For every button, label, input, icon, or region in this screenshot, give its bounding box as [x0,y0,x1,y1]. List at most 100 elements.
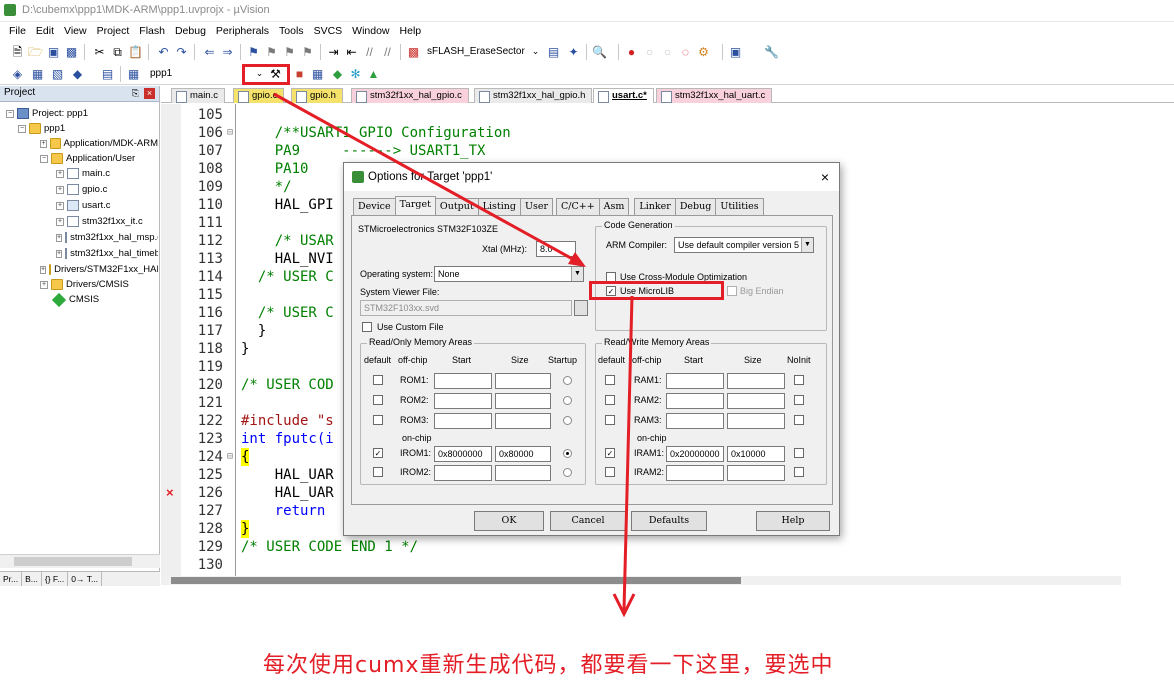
rom-start-input[interactable] [434,465,492,481]
select-packs-icon[interactable]: ▦ [310,66,325,81]
menu-file[interactable]: File [4,22,31,37]
tree-item[interactable]: CMSIS [51,292,99,307]
tab-usart-c[interactable]: usart.c* [593,88,654,103]
find-in-files-icon[interactable]: ▤ [546,44,561,59]
unindent-icon[interactable]: ⇤ [344,44,359,59]
save-all-icon[interactable]: ▩ [64,44,79,59]
tab-main-c[interactable]: main.c [171,88,225,103]
menu-svcs[interactable]: SVCS [309,22,348,37]
rom-start-input[interactable] [434,373,492,389]
xtal-input[interactable]: 8.0 [536,241,576,257]
code-line[interactable]: { [241,448,250,466]
close-icon[interactable]: × [821,169,829,185]
tree-item[interactable]: − Project: ppp1 [6,106,88,121]
arm-compiler-select[interactable]: Use default compiler version 5 ▼ [674,237,814,253]
clear-bookmarks-icon[interactable]: ⚑ [300,44,315,59]
cut-icon[interactable]: ✂ [92,44,107,59]
tab-listing[interactable]: Listing [477,198,521,215]
tab-books[interactable]: B... [22,572,42,586]
rom-default-checkbox[interactable]: ✓ [373,448,383,458]
expand-icon[interactable]: + [40,265,47,274]
code-line[interactable]: } [241,340,249,358]
rom-start-input[interactable] [434,393,492,409]
ram-start-input[interactable] [666,465,724,481]
menu-window[interactable]: Window [347,22,394,37]
comment-icon[interactable]: // [362,44,377,59]
rom-default-checkbox[interactable] [373,395,383,405]
tree-item[interactable]: + gpio.c [56,182,107,197]
expand-icon[interactable]: + [56,217,64,226]
project-hscrollbar[interactable] [0,554,160,568]
tab-hal-gpio-h[interactable]: stm32f1xx_hal_gpio.h [474,88,593,103]
redo-icon[interactable]: ↷ [174,44,189,59]
tree-item[interactable]: − ppp1 [18,121,65,136]
rom-size-input[interactable] [495,413,551,429]
rom-size-input[interactable] [495,393,551,409]
code-line[interactable]: */ [241,178,292,196]
tab-c-cpp[interactable]: C/C++ [556,198,600,215]
tab-utilities[interactable]: Utilities [715,198,764,215]
configure-icon[interactable]: 🔧 [764,44,779,59]
tree-item[interactable]: + stm32f1xx_hal_msp.c [56,230,158,245]
nav-forward-icon[interactable]: ⇒ [220,44,235,59]
ram-default-checkbox[interactable]: ✓ [605,448,615,458]
tab-hal-uart-c[interactable]: stm32f1xx_hal_uart.c [656,88,773,103]
scroll-thumb[interactable] [14,557,132,566]
ram-start-input[interactable] [666,393,724,409]
next-bookmark-icon[interactable]: ⚑ [282,44,297,59]
expand-icon[interactable]: + [56,249,63,258]
ram-size-input[interactable] [727,465,785,481]
tab-project[interactable]: Pr... [0,572,23,586]
ram-noinit-checkbox[interactable] [794,448,804,458]
ram-default-checkbox[interactable] [605,415,615,425]
disable-breakpoint-icon[interactable]: ○ [642,44,657,59]
expand-icon[interactable]: + [56,169,64,178]
tab-templates[interactable]: 0→ T... [68,572,103,586]
defaults-button[interactable]: Defaults [631,511,707,531]
rom-size-input[interactable] [495,465,551,481]
tree-item[interactable]: + main.c [56,166,110,181]
rebuild-icon[interactable]: ▧ [50,66,65,81]
build-icon[interactable]: ▦ [30,66,45,81]
rom-default-checkbox[interactable] [373,467,383,477]
manage-rte-icon[interactable]: ▲ [366,66,381,81]
ram-start-input[interactable] [666,373,724,389]
ram-size-input[interactable] [727,373,785,389]
code-line[interactable]: HAL_NVI [241,250,334,268]
code-line[interactable]: return [241,502,326,520]
code-line[interactable]: } [241,322,266,340]
scroll-thumb[interactable] [171,577,741,584]
ram-default-checkbox[interactable] [605,395,615,405]
translate-icon[interactable]: ◈ [10,66,25,81]
collapse-icon[interactable]: − [40,154,48,163]
indent-icon[interactable]: ⇥ [326,44,341,59]
code-line[interactable]: /* USER COD [241,376,334,394]
collapse-icon[interactable]: − [6,109,14,118]
tab-device[interactable]: Device [353,198,396,215]
rom-default-checkbox[interactable] [373,415,383,425]
code-line[interactable]: /* USER C [241,268,334,286]
code-line[interactable]: /**USART1 GPIO Configuration [241,124,511,142]
code-line[interactable]: } [241,520,250,538]
ram-noinit-checkbox[interactable] [794,467,804,477]
prev-bookmark-icon[interactable]: ⚑ [264,44,279,59]
code-line[interactable]: /* USER C [241,304,334,322]
tab-asm[interactable]: Asm [598,198,630,215]
pin-icon[interactable]: ⎘ [132,88,139,99]
kill-breakpoints-icon[interactable]: ◌ [678,44,693,59]
tree-item[interactable]: + usart.c [56,198,111,213]
tree-item[interactable]: − Application/User [40,151,158,166]
tab-hal-gpio-c[interactable]: stm32f1xx_hal_gpio.c [351,88,469,103]
uncomment-icon[interactable]: // [380,44,395,59]
ram-noinit-checkbox[interactable] [794,395,804,405]
find-icon[interactable]: ✦ [566,44,581,59]
debug-session-icon[interactable]: ⚙ [696,44,711,59]
dropdown-arrow-icon[interactable]: ▼ [571,267,583,281]
fold-marker[interactable]: ⊟ [227,124,236,142]
breakpoint-icon[interactable]: ● [624,44,639,59]
nav-back-icon[interactable]: ⇐ [202,44,217,59]
zoom-icon[interactable]: 🔍 [592,44,607,59]
rom-startup-radio[interactable] [563,416,572,425]
rom-start-input[interactable]: 0x8000000 [434,446,492,462]
open-folder-icon[interactable]: 🗁 [28,44,43,59]
